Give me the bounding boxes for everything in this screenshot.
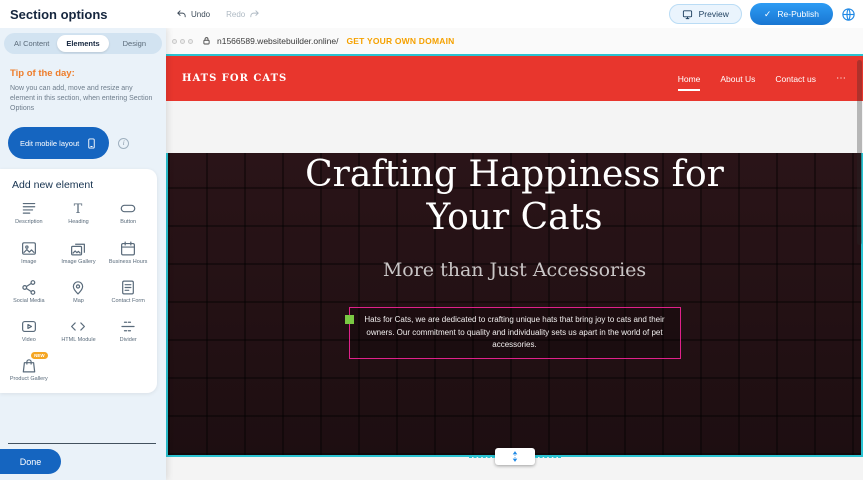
add-element-social-media[interactable]: Social Media [4, 279, 54, 305]
editor-canvas: n1566589.websitebuilder.online/ GET YOUR… [166, 28, 863, 480]
add-element-map[interactable]: Map [54, 279, 104, 305]
window-dot-icon [172, 39, 177, 44]
add-element-heading[interactable]: T Heading [54, 200, 104, 226]
redo-icon [249, 9, 260, 20]
section-resize-handle[interactable] [495, 448, 535, 465]
add-panel-title: Add new element [0, 179, 157, 191]
info-icon[interactable]: i [118, 138, 129, 149]
hero-subheading[interactable]: More than Just Accessories [168, 259, 861, 281]
add-element-contact-form[interactable]: Contact Form [103, 279, 153, 305]
divider-icon [118, 318, 138, 335]
top-bar: Section options Undo Redo Preview ✓ Re-P… [0, 0, 863, 28]
history-controls: Undo Redo [176, 0, 260, 28]
video-icon [19, 318, 39, 335]
html-module-icon [68, 318, 88, 335]
done-button[interactable]: Done [0, 449, 61, 474]
window-dot-icon [188, 39, 193, 44]
element-grid: Description T Heading Button Image Image… [0, 200, 157, 383]
map-pin-icon [68, 279, 88, 296]
tip-body: Now you can add, move and resize any ele… [10, 84, 156, 113]
add-element-html-module[interactable]: HTML Module [54, 318, 104, 344]
undo-icon [176, 9, 187, 20]
get-own-domain-link[interactable]: GET YOUR OWN DOMAIN [346, 36, 454, 46]
nav-about-us[interactable]: About Us [720, 74, 755, 84]
business-hours-icon [118, 240, 138, 257]
button-icon [118, 200, 138, 217]
edit-mobile-layout-button[interactable]: Edit mobile layout [8, 127, 109, 159]
hero-paragraph: Hats for Cats, we are dedicated to craft… [360, 314, 670, 351]
heading-icon: T [68, 200, 88, 217]
image-gallery-icon [68, 240, 88, 257]
redo-label: Redo [226, 10, 245, 19]
republish-button[interactable]: ✓ Re-Publish [750, 3, 833, 25]
site-preview: HATS FOR CATS Home About Us Contact us ⋯… [166, 54, 863, 480]
hero-heading[interactable]: Crafting Happiness for Your Cats [290, 153, 740, 239]
nav-contact-us[interactable]: Contact us [775, 74, 816, 84]
add-element-product-gallery[interactable]: NEW Product Gallery [4, 357, 54, 383]
sidebar-divider [8, 443, 156, 444]
nav-home[interactable]: Home [678, 74, 701, 91]
phone-icon [86, 136, 97, 151]
sidebar-tabs: AI Content Elements Design [4, 33, 162, 54]
window-dot-icon [180, 39, 185, 44]
language-globe-icon[interactable] [841, 6, 857, 22]
scrollbar-thumb[interactable] [857, 60, 862, 245]
product-gallery-icon [19, 357, 39, 374]
add-new-element-panel: Add new element Description T Heading Bu… [0, 169, 157, 393]
contact-form-icon [118, 279, 138, 296]
nav-more-icon[interactable]: ⋯ [836, 73, 847, 84]
tip-of-the-day: Tip of the day: Now you can add, move an… [0, 54, 166, 113]
undo-label: Undo [191, 10, 210, 19]
add-element-divider[interactable]: Divider [103, 318, 153, 344]
social-media-icon [19, 279, 39, 296]
site-url: n1566589.websitebuilder.online/ [217, 36, 338, 46]
add-element-button[interactable]: Button [103, 200, 153, 226]
lock-icon [202, 36, 211, 46]
site-nav: Home About Us Contact us ⋯ [678, 73, 847, 84]
add-element-image[interactable]: Image [4, 240, 54, 266]
add-element-image-gallery[interactable]: Image Gallery [54, 240, 104, 266]
hero-section-selected[interactable]: Crafting Happiness for Your Cats More th… [166, 153, 863, 457]
image-icon [19, 240, 39, 257]
tip-title: Tip of the day: [10, 68, 156, 79]
add-element-description[interactable]: Description [4, 200, 54, 226]
edit-mobile-row: Edit mobile layout i [8, 127, 166, 159]
tab-design[interactable]: Design [109, 35, 160, 52]
edit-mobile-label: Edit mobile layout [20, 139, 79, 148]
add-element-video[interactable]: Video [4, 318, 54, 344]
site-header: HATS FOR CATS Home About Us Contact us ⋯ [166, 56, 863, 101]
monitor-icon [682, 9, 693, 20]
hero-text-box[interactable]: Hats for Cats, we are dedicated to craft… [349, 307, 681, 358]
tab-elements[interactable]: Elements [57, 35, 108, 52]
element-drag-handle[interactable] [345, 315, 354, 324]
tab-ai-content[interactable]: AI Content [6, 35, 57, 52]
preview-label: Preview [699, 9, 729, 19]
svg-text:T: T [74, 202, 83, 217]
check-icon: ✓ [764, 9, 772, 20]
site-logo[interactable]: HATS FOR CATS [182, 73, 287, 84]
page-title: Section options [0, 7, 108, 22]
preview-button[interactable]: Preview [669, 4, 742, 24]
browser-bar: n1566589.websitebuilder.online/ GET YOUR… [166, 28, 863, 54]
undo-button[interactable]: Undo [176, 9, 210, 20]
add-element-business-hours[interactable]: Business Hours [103, 240, 153, 266]
section-options-sidebar: AI Content Elements Design Tip of the da… [0, 28, 166, 480]
top-actions: Preview ✓ Re-Publish [669, 0, 857, 28]
republish-label: Re-Publish [777, 9, 819, 19]
description-icon [19, 200, 39, 217]
new-badge: NEW [31, 352, 48, 359]
redo-button[interactable]: Redo [226, 9, 260, 20]
